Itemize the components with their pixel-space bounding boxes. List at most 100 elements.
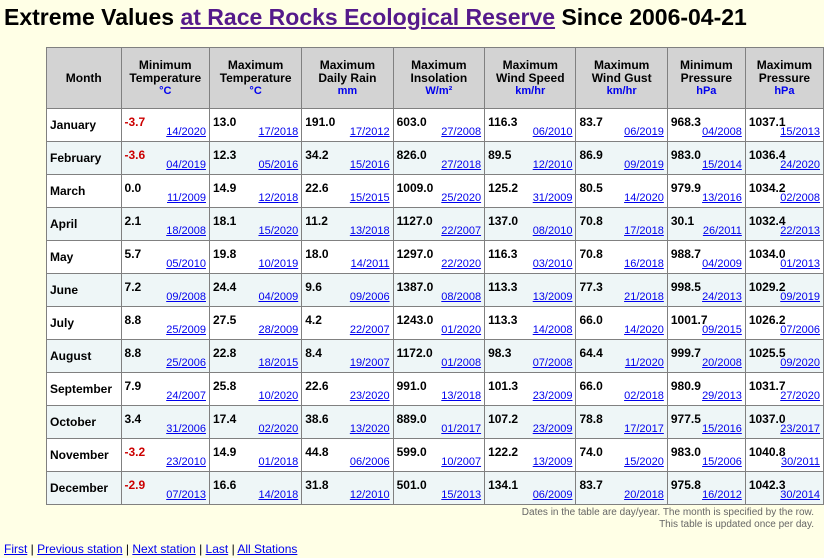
date-link[interactable]: 01/2020 [441, 324, 481, 336]
date-link[interactable]: 15/2016 [702, 423, 742, 435]
date-link[interactable]: 12/2010 [533, 159, 573, 171]
date-link[interactable]: 01/2017 [441, 423, 481, 435]
date-link[interactable]: 13/2018 [350, 225, 390, 237]
date-link[interactable]: 04/2009 [702, 258, 742, 270]
date-link[interactable]: 23/2009 [533, 390, 573, 402]
date-link[interactable]: 25/2006 [166, 357, 206, 369]
date-link[interactable]: 20/2018 [624, 489, 664, 501]
date-link[interactable]: 23/2017 [780, 423, 820, 435]
date-link[interactable]: 25/2020 [441, 192, 481, 204]
previous-station-link[interactable]: Previous station [37, 542, 122, 556]
date-link[interactable]: 09/2019 [624, 159, 664, 171]
date-link[interactable]: 15/2015 [350, 192, 390, 204]
date-link[interactable]: 09/2019 [780, 291, 820, 303]
date-link[interactable]: 05/2010 [166, 258, 206, 270]
date-link[interactable]: 23/2020 [350, 390, 390, 402]
date-link[interactable]: 17/2018 [258, 126, 298, 138]
station-link[interactable]: at Race Rocks Ecological Reserve [180, 4, 555, 30]
date-link[interactable]: 14/2008 [533, 324, 573, 336]
date-link[interactable]: 13/2016 [702, 192, 742, 204]
date-link[interactable]: 11/2009 [167, 192, 206, 204]
date-link[interactable]: 06/2009 [533, 489, 573, 501]
date-link[interactable]: 11/2020 [625, 357, 664, 369]
date-link[interactable]: 15/2020 [258, 225, 298, 237]
date-link[interactable]: 17/2012 [350, 126, 390, 138]
date-link[interactable]: 29/2013 [702, 390, 742, 402]
date-link[interactable]: 17/2017 [624, 423, 664, 435]
last-link[interactable]: Last [206, 542, 229, 556]
date-link[interactable]: 03/2010 [533, 258, 573, 270]
date-link[interactable]: 21/2018 [624, 291, 664, 303]
date-link[interactable]: 15/2013 [441, 489, 481, 501]
date-link[interactable]: 30/2014 [780, 489, 820, 501]
date-link[interactable]: 20/2008 [702, 357, 742, 369]
date-link[interactable]: 26/2011 [703, 225, 742, 237]
date-link[interactable]: 31/2009 [533, 192, 573, 204]
date-link[interactable]: 24/2007 [166, 390, 206, 402]
date-link[interactable]: 14/2020 [624, 324, 664, 336]
date-link[interactable]: 06/2019 [624, 126, 664, 138]
date-link[interactable]: 01/2013 [780, 258, 820, 270]
date-link[interactable]: 15/2020 [624, 456, 664, 468]
date-link[interactable]: 15/2013 [780, 126, 820, 138]
date-link[interactable]: 19/2007 [350, 357, 390, 369]
date-link[interactable]: 13/2009 [533, 456, 573, 468]
date-link[interactable]: 02/2020 [258, 423, 298, 435]
date-link[interactable]: 24/2020 [780, 159, 820, 171]
date-link[interactable]: 05/2016 [258, 159, 298, 171]
date-link[interactable]: 12/2010 [350, 489, 390, 501]
date-link[interactable]: 09/2008 [166, 291, 206, 303]
date-link[interactable]: 10/2007 [441, 456, 481, 468]
date-link[interactable]: 13/2020 [350, 423, 390, 435]
date-link[interactable]: 12/2018 [258, 192, 298, 204]
date-link[interactable]: 22/2020 [441, 258, 481, 270]
date-link[interactable]: 15/2014 [702, 159, 742, 171]
date-link[interactable]: 22/2013 [780, 225, 820, 237]
date-link[interactable]: 17/2018 [624, 225, 664, 237]
date-link[interactable]: 04/2008 [702, 126, 742, 138]
date-link[interactable]: 14/2020 [624, 192, 664, 204]
date-link[interactable]: 18/2008 [166, 225, 206, 237]
date-link[interactable]: 25/2009 [166, 324, 206, 336]
next-station-link[interactable]: Next station [132, 542, 195, 556]
first-link[interactable]: First [4, 542, 27, 556]
date-link[interactable]: 16/2018 [624, 258, 664, 270]
date-link[interactable]: 04/2019 [166, 159, 206, 171]
date-link[interactable]: 30/2011 [781, 456, 820, 468]
date-link[interactable]: 08/2010 [533, 225, 573, 237]
date-link[interactable]: 09/2020 [780, 357, 820, 369]
date-link[interactable]: 22/2007 [350, 324, 390, 336]
date-link[interactable]: 07/2008 [533, 357, 573, 369]
date-link[interactable]: 23/2009 [533, 423, 573, 435]
date-link[interactable]: 08/2008 [441, 291, 481, 303]
date-link[interactable]: 13/2018 [441, 390, 481, 402]
date-link[interactable]: 14/2011 [351, 258, 390, 270]
date-link[interactable]: 18/2015 [258, 357, 298, 369]
date-link[interactable]: 27/2020 [780, 390, 820, 402]
date-link[interactable]: 10/2019 [258, 258, 298, 270]
date-link[interactable]: 01/2018 [258, 456, 298, 468]
date-link[interactable]: 27/2008 [441, 126, 481, 138]
date-link[interactable]: 07/2006 [780, 324, 820, 336]
date-link[interactable]: 31/2006 [166, 423, 206, 435]
date-link[interactable]: 07/2013 [166, 489, 206, 501]
date-link[interactable]: 06/2010 [533, 126, 573, 138]
date-link[interactable]: 28/2009 [258, 324, 298, 336]
date-link[interactable]: 27/2018 [441, 159, 481, 171]
date-link[interactable]: 16/2012 [702, 489, 742, 501]
date-link[interactable]: 15/2006 [702, 456, 742, 468]
date-link[interactable]: 13/2009 [533, 291, 573, 303]
date-link[interactable]: 15/2016 [350, 159, 390, 171]
date-link[interactable]: 02/2018 [624, 390, 664, 402]
date-link[interactable]: 02/2008 [780, 192, 820, 204]
date-link[interactable]: 22/2007 [441, 225, 481, 237]
date-link[interactable]: 09/2015 [702, 324, 742, 336]
date-link[interactable]: 04/2009 [258, 291, 298, 303]
all-stations-link[interactable]: All Stations [237, 542, 297, 556]
date-link[interactable]: 24/2013 [702, 291, 742, 303]
date-link[interactable]: 10/2020 [258, 390, 298, 402]
date-link[interactable]: 06/2006 [350, 456, 390, 468]
date-link[interactable]: 14/2020 [166, 126, 206, 138]
date-link[interactable]: 14/2018 [258, 489, 298, 501]
date-link[interactable]: 09/2006 [350, 291, 390, 303]
